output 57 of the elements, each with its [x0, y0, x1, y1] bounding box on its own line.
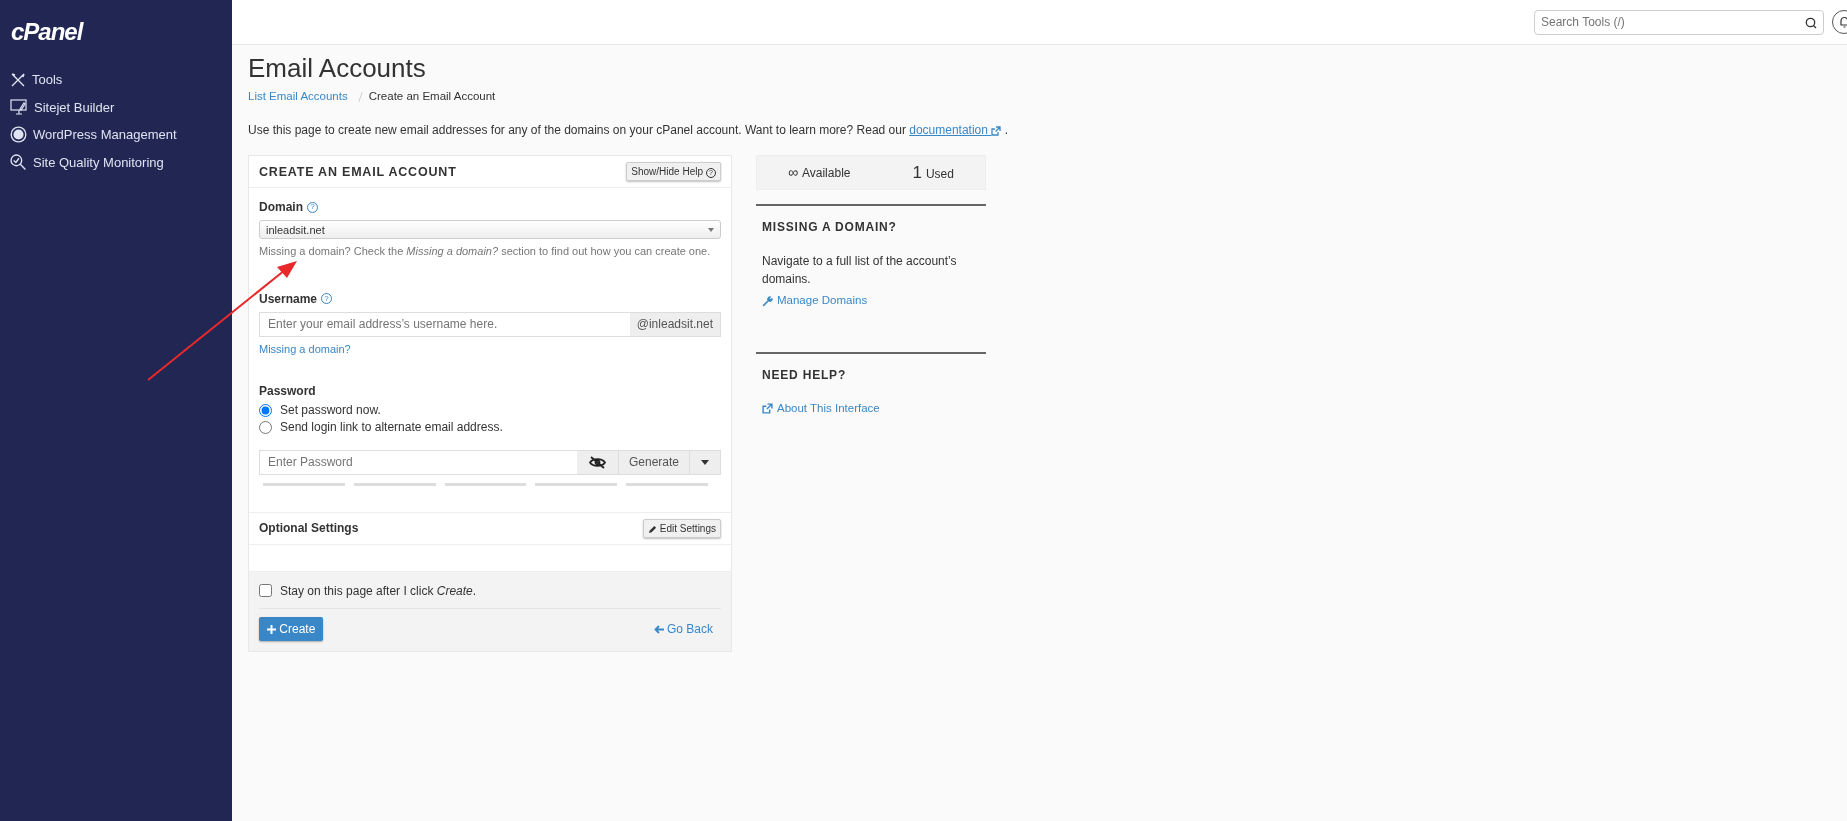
magnifier-icon — [10, 153, 27, 171]
plus-icon — [267, 625, 276, 635]
external-link-icon — [762, 402, 773, 414]
sidebar-item[interactable]: Tools — [0, 66, 232, 94]
bell-icon — [1838, 16, 1847, 28]
stat-value: ∞ — [788, 163, 798, 183]
sidebar-link[interactable]: About This Interface — [762, 399, 880, 417]
toggle-visibility-button[interactable] — [576, 450, 618, 474]
wrench-icon — [762, 295, 773, 307]
field-label: Domain — [259, 199, 303, 217]
radio-button[interactable] — [259, 420, 272, 434]
domain-suffix: @inleadsit.net — [629, 312, 720, 336]
documentation-link[interactable]: documentation — [909, 123, 1002, 138]
sidebar-link[interactable]: Manage Domains — [762, 292, 868, 310]
go-back-link[interactable]: Go Back — [653, 619, 713, 638]
create-button[interactable]: Create — [259, 616, 324, 641]
password-input-group[interactable]: Enter Password Generate — [259, 449, 721, 475]
edit-settings-button[interactable]: Edit Settings — [643, 518, 721, 538]
generate-button[interactable]: Generate — [617, 450, 689, 474]
username-input-group[interactable]: Enter your email address’s username here. @inleadsit.net — [259, 311, 721, 337]
page-title: Email Accounts — [248, 53, 427, 85]
intro-text: Use this page to create new email addresses for any of the domains on your cPanel account. Want to learn more? Read our documentation . — [248, 122, 1009, 140]
missing-domain-link[interactable]: Missing a domain? — [259, 340, 351, 358]
stat-value: 1 — [912, 162, 922, 185]
eye-slash-icon — [588, 455, 606, 469]
pencil-icon — [648, 524, 658, 534]
monitor-icon — [10, 99, 28, 116]
tools-icon — [10, 71, 26, 88]
radio-label: Set password now. — [280, 404, 381, 417]
card-title: CREATE AN EMAIL ACCOUNT — [259, 163, 457, 181]
section-title: NEED HELP? — [762, 366, 847, 384]
section-title: MISSING A DOMAIN? — [762, 219, 898, 237]
domain-select[interactable]: inleadsit.net — [259, 220, 721, 240]
section-text: Navigate to a full list of the account’s domains. — [762, 253, 958, 289]
radio-label: Send login link to alternate email address. — [280, 421, 503, 434]
radio-button[interactable] — [259, 403, 272, 417]
breadcrumb-link[interactable]: List Email Accounts — [248, 88, 348, 106]
external-link-icon — [991, 126, 1002, 137]
search-field[interactable]: Search Tools (/) — [1534, 9, 1824, 35]
stat-label: Used — [925, 166, 954, 184]
sidebar-item[interactable]: Site Quality Monitoring — [0, 148, 232, 176]
caret-icon — [701, 459, 709, 465]
field-label: Password — [259, 382, 317, 400]
stat-label: Available — [802, 165, 851, 183]
search-icon[interactable] — [1805, 16, 1817, 29]
breadcrumb-current: Create an Email Account — [368, 89, 496, 105]
field-label: Username — [259, 290, 318, 308]
sidebar-item[interactable]: WordPress Management — [0, 121, 232, 149]
sidebar-item[interactable]: Sitejet Builder — [0, 93, 232, 121]
help-text: Missing a domain? Check the Missing a domain? section to find out how you can create one. — [259, 244, 712, 260]
dropdown-button[interactable] — [689, 450, 720, 474]
logo: cPanel — [10, 17, 83, 47]
section-title: Optional Settings — [259, 520, 359, 538]
arrow-left-icon — [653, 625, 664, 635]
caret-icon — [708, 227, 714, 232]
stay-checkbox[interactable] — [259, 584, 272, 598]
checkbox-label: Stay on this page after I click Create. — [280, 582, 477, 600]
